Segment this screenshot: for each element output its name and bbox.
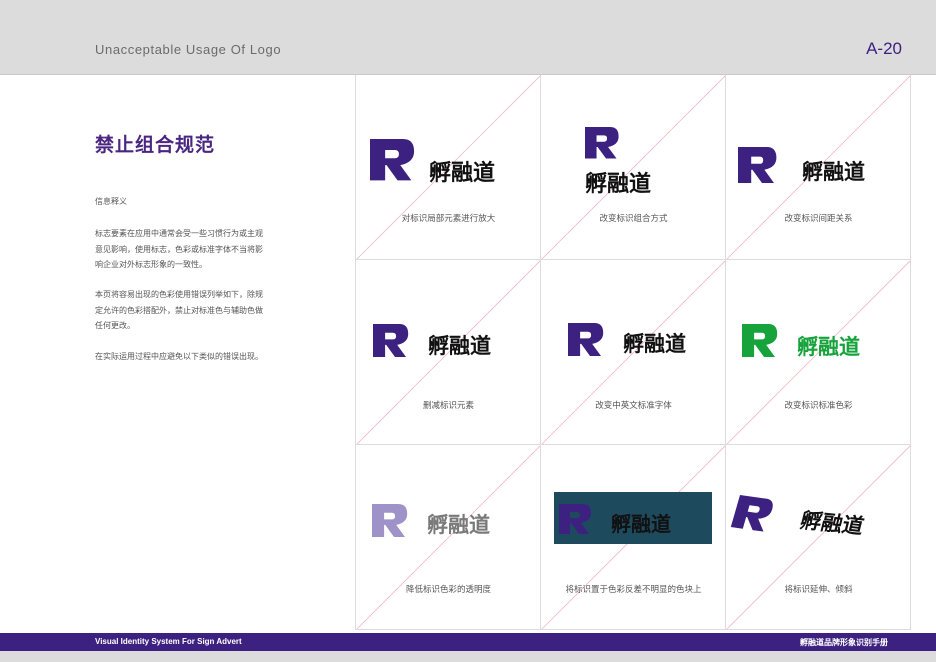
- wordmark: 孵融道: [585, 171, 651, 197]
- logo-wide-spacing: 孵融道: [738, 147, 865, 184]
- paragraph-line: 意见影响，使用标志，色彩或标准字体不当将影: [95, 244, 263, 254]
- logo-trimmed: 孵融道: [373, 324, 491, 358]
- paragraph-line: 本页将容易出现的色彩使用错误列举如下，除规: [95, 290, 263, 299]
- footer-left-text: Visual Identity System For Sign Advert: [95, 637, 242, 646]
- misuse-cell-change-spacing: 孵融道 改变标识间距关系: [726, 75, 911, 260]
- caption: 将标识延伸、倾斜: [784, 584, 853, 594]
- wordmark: 孵融道: [427, 513, 490, 537]
- paragraph-2: 本页将容易出现的色彩使用错误列举如下，除规 定允许的色彩搭配外，禁止对标准色与辅…: [95, 287, 295, 334]
- wordmark: 孵融道: [802, 160, 865, 184]
- logo-on-dark-block: 孵融道: [554, 492, 712, 544]
- paragraph-line: 标志要素在应用中通常会受一些习惯行为或主观: [95, 229, 263, 238]
- bottom-strip: [0, 651, 936, 662]
- paragraph-line: 响企业对外标志形象的一致性。: [95, 260, 207, 269]
- wordmark: 孵融道: [623, 331, 686, 356]
- logo-stacked: 孵融道: [585, 127, 651, 197]
- caption: 将标识置于色彩反差不明显的色块上: [565, 584, 702, 594]
- wordmark: 孵融道: [428, 334, 491, 358]
- header-title: Unacceptable Usage Of Logo: [95, 42, 282, 57]
- misuse-cell-remove-element: 孵融道 删减标识元素: [356, 260, 541, 445]
- logo-enlarged-r: 孵融道: [370, 139, 495, 186]
- footer-right-text: 孵融道品牌形象识别手册: [800, 638, 888, 647]
- wordmark: 孵融道: [797, 335, 860, 359]
- misuse-grid: 孵融道 对标识局部元素进行放大 孵融道 改变标识组合方式 孵融道 改变标识间距关…: [355, 75, 911, 630]
- logo-green: 孵融道: [742, 324, 860, 359]
- misuse-cell-change-combination: 孵融道 改变标识组合方式: [541, 75, 726, 260]
- misuse-cell-reduce-opacity: 孵融道 降低标识色彩的透明度: [356, 445, 541, 630]
- logo-skewed: 孵融道: [730, 495, 867, 538]
- wordmark: 孵融道: [429, 160, 495, 186]
- misuse-cell-change-color: 孵融道 改变标识标准色彩: [726, 260, 911, 445]
- misuse-cell-enlarge-element: 孵融道 对标识局部元素进行放大: [356, 75, 541, 260]
- paragraph-line: 在实际运用过程中应避免以下类似的错误出现。: [95, 352, 263, 361]
- misuse-cell-low-contrast-background: 孵融道 将标识置于色彩反差不明显的色块上: [541, 445, 726, 630]
- section-subtitle: 信息释义: [95, 197, 127, 206]
- paragraph-line: 定允许的色彩搭配外，禁止对标准色与辅助色做: [95, 305, 263, 315]
- misuse-cell-stretch-skew: 孵融道 将标识延伸、倾斜: [726, 445, 911, 630]
- logo-faded: 孵融道: [372, 504, 490, 537]
- wordmark: 孵融道: [611, 512, 671, 536]
- page-footer: Visual Identity System For Sign Advert 孵…: [0, 633, 936, 651]
- wordmark: 孵融道: [798, 507, 867, 538]
- logo-wrong-font: 孵融道: [568, 323, 686, 356]
- section-title: 禁止组合规范: [95, 135, 216, 156]
- caption: 删减标识元素: [422, 400, 474, 410]
- paragraph-line: 任何更改。: [95, 321, 135, 330]
- paragraph-3: 在实际运用过程中应避免以下类似的错误出现。: [95, 349, 295, 365]
- caption: 对标识局部元素进行放大: [401, 213, 496, 223]
- misuse-cell-change-font: 孵融道 改变中英文标准字体: [541, 260, 726, 445]
- page-header: Unacceptable Usage Of Logo A-20: [0, 0, 936, 75]
- caption: 改变标识标准色彩: [784, 400, 853, 410]
- caption: 降低标识色彩的透明度: [405, 584, 491, 594]
- caption: 改变中英文标准字体: [595, 400, 672, 410]
- page-number: A-20: [866, 39, 902, 58]
- paragraph-1: 标志要素在应用中通常会受一些习惯行为或主观 意见影响，使用标志，色彩或标准字体不…: [95, 226, 295, 273]
- caption: 改变标识间距关系: [784, 213, 853, 223]
- caption: 改变标识组合方式: [599, 213, 668, 223]
